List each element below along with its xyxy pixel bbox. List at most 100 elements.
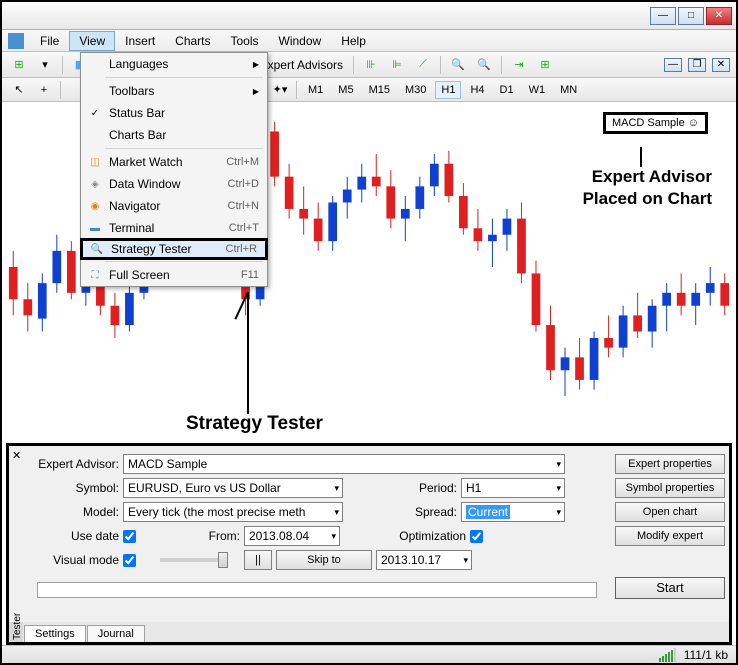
- menu-status-bar[interactable]: ✓Status Bar: [81, 102, 267, 124]
- new-chart-icon[interactable]: ⊞: [8, 55, 30, 75]
- market-watch-icon: ◫: [85, 157, 105, 168]
- menu-languages[interactable]: Languages▶: [81, 53, 267, 75]
- menu-file[interactable]: File: [30, 31, 69, 51]
- menu-charts-bar[interactable]: Charts Bar: [81, 124, 267, 146]
- visual-mode-checkbox[interactable]: [123, 554, 136, 567]
- tf-d1[interactable]: D1: [494, 81, 520, 99]
- status-bar-label: Status Bar: [105, 106, 263, 120]
- optimization-label: Optimization: [344, 529, 466, 543]
- model-select[interactable]: Every tick (the most precise meth: [123, 502, 343, 522]
- menu-navigator[interactable]: ◉NavigatorCtrl+N: [81, 195, 267, 217]
- panel-close-icon[interactable]: ✕: [12, 449, 21, 462]
- expert-properties-button[interactable]: Expert properties: [615, 454, 725, 474]
- zoom-out-icon[interactable]: 🔍: [473, 55, 495, 75]
- view-dropdown: Languages▶ Toolbars▶ ✓Status Bar Charts …: [80, 52, 268, 287]
- symbol-label: Symbol:: [23, 481, 119, 495]
- menu-market-watch[interactable]: ◫Market WatchCtrl+M: [81, 151, 267, 173]
- skip-date-select[interactable]: 2013.10.17: [376, 550, 472, 570]
- close-button[interactable]: ✕: [706, 7, 732, 25]
- market-watch-label: Market Watch: [105, 155, 226, 169]
- tf-m1[interactable]: M1: [302, 81, 329, 99]
- mdi-close-button[interactable]: ✕: [712, 58, 730, 72]
- spread-select[interactable]: Current: [461, 502, 565, 522]
- use-date-label: Use date: [23, 529, 119, 543]
- toolbars-label: Toolbars: [105, 84, 253, 98]
- ea-badge: MACD Sample ☺: [603, 112, 708, 134]
- start-button[interactable]: Start: [615, 577, 725, 599]
- bar-chart-icon[interactable]: ⊪: [360, 55, 382, 75]
- menu-data-window[interactable]: ◈Data WindowCtrl+D: [81, 173, 267, 195]
- period-select[interactable]: H1: [461, 478, 565, 498]
- tf-m5[interactable]: M5: [332, 81, 359, 99]
- minimize-button[interactable]: —: [650, 7, 676, 25]
- crosshair-icon[interactable]: +: [33, 80, 55, 100]
- dropdown-icon[interactable]: ▾: [34, 55, 56, 75]
- tf-m30[interactable]: M30: [399, 81, 432, 99]
- mdi-minimize-button[interactable]: —: [664, 58, 682, 72]
- languages-label: Languages: [105, 57, 253, 71]
- symbol-properties-button[interactable]: Symbol properties: [615, 478, 725, 498]
- skip-to-button[interactable]: Skip to: [276, 550, 372, 570]
- checkmark-icon: ✓: [85, 108, 105, 119]
- speed-slider[interactable]: [160, 558, 228, 562]
- indicators-icon[interactable]: ✦▾: [269, 80, 291, 100]
- strategy-tester-label: Strategy Tester: [107, 242, 226, 256]
- model-label: Model:: [23, 505, 119, 519]
- from-label: From:: [140, 529, 240, 543]
- shortcut-label: Ctrl+R: [226, 243, 261, 255]
- mdi-restore-button[interactable]: ❐: [688, 58, 706, 72]
- menu-strategy-tester[interactable]: 🔍Strategy TesterCtrl+R: [80, 238, 268, 260]
- menu-view[interactable]: View: [69, 31, 115, 51]
- cursor-icon[interactable]: ↖: [8, 80, 30, 100]
- shortcut-label: Ctrl+D: [228, 178, 263, 190]
- fullscreen-label: Full Screen: [105, 268, 241, 282]
- menu-insert[interactable]: Insert: [115, 31, 165, 51]
- menu-charts[interactable]: Charts: [165, 31, 220, 51]
- tf-w1[interactable]: W1: [523, 81, 552, 99]
- symbol-select[interactable]: EURUSD, Euro vs US Dollar: [123, 478, 343, 498]
- tf-h4[interactable]: H4: [464, 81, 490, 99]
- data-window-label: Data Window: [105, 177, 228, 191]
- line-chart-icon[interactable]: ⟋: [412, 55, 434, 75]
- menu-help[interactable]: Help: [331, 31, 376, 51]
- auto-scroll-icon[interactable]: ⇥: [508, 55, 530, 75]
- tab-journal[interactable]: Journal: [87, 625, 145, 642]
- shortcut-label: F11: [241, 269, 263, 281]
- tf-mn[interactable]: MN: [554, 81, 583, 99]
- annotation-line: [640, 147, 642, 167]
- app-icon: [8, 33, 24, 49]
- charts-bar-label: Charts Bar: [105, 128, 263, 142]
- ea-select[interactable]: MACD Sample: [123, 454, 565, 474]
- ea-label: Expert Advisor:: [23, 457, 119, 471]
- connection-bars-icon: [659, 648, 676, 662]
- data-window-icon: ◈: [85, 179, 105, 190]
- maximize-button[interactable]: □: [678, 7, 704, 25]
- shortcut-label: Ctrl+T: [229, 222, 263, 234]
- chart-shift-icon[interactable]: ⊞: [534, 55, 556, 75]
- from-date-select[interactable]: 2013.08.04: [244, 526, 340, 546]
- menu-window[interactable]: Window: [269, 31, 332, 51]
- optimization-checkbox[interactable]: [470, 530, 483, 543]
- terminal-label: Terminal: [105, 221, 229, 235]
- zoom-in-icon[interactable]: 🔍: [447, 55, 469, 75]
- tf-m15[interactable]: M15: [363, 81, 396, 99]
- candle-chart-icon[interactable]: ⊫: [386, 55, 408, 75]
- ea-label: Expert Advisors: [260, 58, 343, 72]
- tf-h1[interactable]: H1: [435, 81, 461, 99]
- submenu-arrow-icon: ▶: [253, 60, 263, 69]
- use-date-checkbox[interactable]: [123, 530, 136, 543]
- submenu-arrow-icon: ▶: [253, 87, 263, 96]
- modify-expert-button[interactable]: Modify expert: [615, 526, 725, 546]
- open-chart-button[interactable]: Open chart: [615, 502, 725, 522]
- menu-toolbars[interactable]: Toolbars▶: [81, 80, 267, 102]
- menu-tools[interactable]: Tools: [221, 31, 269, 51]
- terminal-icon: ▬: [85, 223, 105, 234]
- pause-button[interactable]: ||: [244, 550, 272, 570]
- menu-full-screen[interactable]: ⛶Full ScreenF11: [81, 264, 267, 286]
- menu-terminal[interactable]: ▬TerminalCtrl+T: [81, 217, 267, 239]
- tab-settings[interactable]: Settings: [24, 625, 86, 642]
- annotation-line: [247, 292, 249, 414]
- progress-bar: [37, 582, 597, 598]
- period-label: Period:: [347, 481, 457, 495]
- visual-mode-label: Visual mode: [23, 553, 119, 567]
